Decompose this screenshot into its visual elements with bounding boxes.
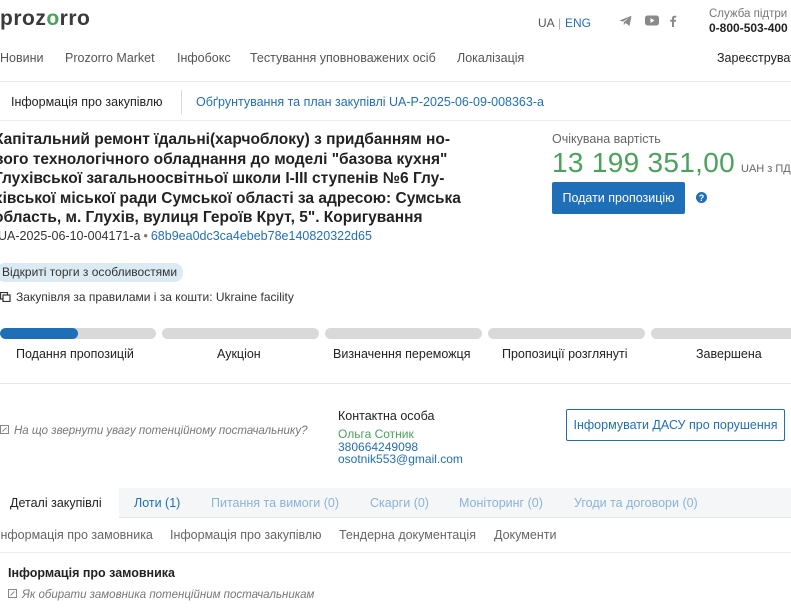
facebook-icon[interactable]: [669, 15, 677, 27]
supplier-attention-text: На що звернути увагу потенційному постач…: [14, 425, 308, 437]
help-icon[interactable]: ?: [696, 192, 707, 203]
telegram-icon[interactable]: [619, 15, 632, 27]
tender-title-line: Капітальний ремонт їдальні(харчоблоку) з…: [0, 131, 451, 148]
subtab-documents[interactable]: Документи: [494, 528, 556, 542]
lang-separator: |: [558, 16, 562, 30]
subtab-procurement-info[interactable]: Інформація про закупівлю: [170, 528, 322, 542]
customer-info-heading: Інформація про замовника: [8, 566, 175, 580]
progress-bar-completed: [651, 328, 791, 339]
report-dasu-button[interactable]: Інформувати ДАСУ про порушення: [566, 409, 785, 441]
tender-id: UA-2025-06-10-004171-a: [0, 229, 141, 243]
supplier-attention-link[interactable]: На що звернути увагу потенційному постач…: [0, 425, 308, 437]
contact-person-label: Контактна особа: [338, 409, 435, 423]
stage-reviewed: Пропозиції розглянуті: [502, 347, 628, 361]
register-link[interactable]: Зареєструват: [717, 51, 791, 65]
nav-testing[interactable]: Тестування уповноважених осіб: [250, 51, 436, 65]
tab-contracts[interactable]: Угоди та договори (0): [574, 496, 698, 510]
progress-bar-reviewed: [488, 328, 645, 339]
contact-email-link[interactable]: osotnik553@gmail.com: [338, 452, 463, 466]
procedure-type-badge: Відкриті торги з особливостями: [0, 263, 184, 282]
tender-title-line: вого технологічного обладнання до моделі…: [0, 150, 448, 168]
funding-rules: Закупівля за правилами і за кошти: Ukrai…: [0, 290, 294, 304]
tender-title-line: область, м. Глухів, вулиця Героїв Крут, …: [0, 209, 423, 226]
stage-auction: Аукціон: [217, 347, 261, 361]
support-block: Служба підтри 0-800-503-400: [709, 8, 791, 35]
tender-title-line: Глухівської загальноосвітньої школи І-ІІ…: [0, 170, 445, 187]
submit-proposal-button[interactable]: Подати пропозицію: [552, 182, 685, 214]
document-icon: [0, 292, 11, 302]
edit-icon: [0, 425, 9, 437]
separator-dot: •: [143, 229, 148, 243]
header-divider: [0, 81, 791, 82]
tab-monitoring[interactable]: Моніторинг (0): [459, 496, 543, 510]
stage-completed: Завершена: [696, 347, 762, 361]
subtab-bottom-divider: [0, 120, 791, 121]
tab-procurement-info[interactable]: Інформація про закупівлю: [11, 95, 163, 109]
subtab-customer-info[interactable]: Інформація про замовника: [0, 528, 153, 542]
expected-value-label: Очікувана вартість: [552, 132, 661, 146]
lang-ua-link[interactable]: UA: [538, 16, 555, 30]
progress-fill: [0, 328, 78, 339]
tender-title-line: хівської міської ради Сумської області з…: [0, 189, 461, 207]
youtube-icon[interactable]: [645, 15, 659, 26]
subtab-tender-docs[interactable]: Тендерна документація: [339, 528, 476, 542]
progress-divider: [0, 383, 791, 384]
tab-complaints[interactable]: Скарги (0): [370, 496, 429, 510]
nav-news[interactable]: Новини: [0, 51, 44, 65]
prozorro-logo[interactable]: prozorro: [0, 7, 90, 31]
lang-eng-link[interactable]: ENG: [565, 16, 591, 30]
tender-hash-link[interactable]: 68b9ea0dc3ca4ebeb78e140820322d65: [151, 229, 372, 243]
nav-prozorro-market[interactable]: Prozorro Market: [65, 51, 155, 65]
expected-value-amount: 13 199 351,00: [552, 147, 735, 178]
support-phone[interactable]: 0-800-503-400: [709, 21, 791, 35]
tender-id-row: UA-2025-06-10-004171-a • 68b9ea0dc3ca4ebeb…: [0, 229, 372, 243]
expected-value-unit: UAH з ПДВ: [741, 163, 791, 175]
tender-title: Капітальний ремонт їдальні(харчоблоку) з…: [0, 130, 484, 228]
funding-rules-text: Закупівля за правилами і за кошти: Ukrai…: [16, 290, 294, 304]
contact-person-name: Ольга Сотник: [338, 427, 414, 441]
tab-procurement-details[interactable]: Деталі закупівлі: [10, 496, 102, 510]
tab-questions[interactable]: Питання та вимоги (0): [211, 496, 339, 510]
subtab-divider: [181, 90, 182, 114]
stage-submission: Подання пропозицій: [16, 347, 134, 361]
how-choose-customer-link[interactable]: Як обирати замовника потенційним постача…: [8, 589, 314, 601]
progress-bar-submission: [0, 328, 156, 339]
support-label: Служба підтри: [709, 8, 788, 20]
progress-bar-auction: [162, 328, 319, 339]
edit-icon: [8, 589, 17, 601]
subtabs-divider: [0, 552, 791, 553]
stage-winner: Визначення переможця: [333, 347, 471, 361]
main-nav: Новини Prozorro Market Інфобокс Тестуван…: [0, 51, 791, 67]
tab-lots[interactable]: Лоти (1): [134, 496, 180, 510]
tab-procurement-plan[interactable]: Обґрунтування та план закупівлі UA-P-202…: [196, 95, 544, 109]
how-choose-text: Як обирати замовника потенційним постача…: [22, 589, 315, 601]
nav-localization[interactable]: Локалізація: [457, 51, 524, 65]
progress-bar-winner: [325, 328, 482, 339]
nav-infobox[interactable]: Інфобокс: [177, 51, 231, 65]
